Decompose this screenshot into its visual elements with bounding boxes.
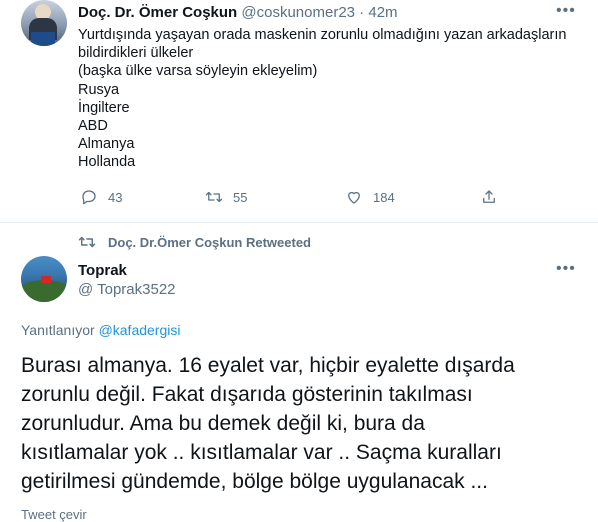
tweet-line: ABD: [78, 118, 108, 135]
avatar-flag: [41, 276, 51, 283]
tweet-line: bildirdikleri ülkeler: [78, 45, 194, 62]
replying-prefix: Yanıtlanıyor: [21, 322, 99, 338]
retweeted-banner[interactable]: Doç. Dr.Ömer Coşkun Retweeted: [78, 233, 311, 251]
retweet-icon: [205, 191, 223, 203]
tweet-card[interactable]: Doç. Dr. Ömer Coşkun @coskunomer23 · 42m…: [0, 0, 598, 223]
tweet-line: (başka ülke varsa söyleyin ekleyelim): [78, 63, 318, 80]
share-button[interactable]: [480, 188, 498, 206]
retweet-count: 55: [233, 189, 248, 205]
tweet-line: Almanya: [78, 136, 135, 153]
retweeted-author-avatar[interactable]: [21, 256, 67, 302]
retweeted-author-handle[interactable]: @ Toprak3522: [78, 281, 176, 298]
more-dots-icon[interactable]: •••: [556, 261, 578, 277]
author-handle[interactable]: @coskunomer23: [241, 4, 355, 21]
tweet-actions: 43 55 184: [80, 188, 520, 208]
tweet-line: Yurtdışında yaşayan orada maskenin zorun…: [78, 27, 567, 43]
tweet-line: İngiltere: [78, 99, 130, 116]
translate-link[interactable]: Tweet çevir: [21, 507, 87, 522]
avatar-landscape: [21, 280, 67, 302]
tweet-line: getirilmesi gündemde, bölge bölge uygula…: [21, 470, 488, 493]
reply-icon: [82, 190, 96, 205]
tweet-line: Hollanda: [78, 154, 136, 171]
avatar-podium: [31, 32, 55, 46]
tweet-time[interactable]: 42m: [368, 4, 397, 21]
tweet-line: zorunlu değil. Fakat dışarıda gösterinin…: [21, 383, 473, 406]
retweet-button[interactable]: 55: [205, 188, 247, 206]
replying-mention[interactable]: @kafadergisi: [99, 322, 181, 338]
like-count: 184: [373, 189, 395, 205]
retweet-icon: [78, 236, 96, 248]
reply-button[interactable]: 43: [80, 188, 122, 206]
tweet-text: Yurtdışında yaşayan orada maskenin zorun…: [78, 26, 588, 172]
tweet-line: kısıtlamalar yok .. kısıtlamalar var .. …: [21, 441, 502, 464]
more-dots-icon[interactable]: •••: [556, 3, 578, 19]
retweeted-tweet-text: Burası almanya. 16 eyalet var, hiçbir ey…: [21, 351, 591, 496]
replying-to: Yanıtlanıyor @kafadergisi: [21, 322, 180, 338]
retweeted-author-name[interactable]: Toprak: [78, 262, 127, 279]
tweet-line: Rusya: [78, 81, 120, 98]
author-name[interactable]: Doç. Dr. Ömer Coşkun: [78, 4, 237, 21]
tweet-line: Burası almanya. 16 eyalet var, hiçbir ey…: [21, 354, 515, 377]
tweet-line: zorunludur. Ama bu demek değil ki, bura …: [21, 412, 425, 435]
separator: ·: [355, 4, 369, 21]
author-avatar[interactable]: [21, 0, 67, 46]
heart-icon: [348, 191, 360, 204]
retweeted-header: Toprak: [78, 262, 127, 279]
share-icon: [483, 190, 495, 203]
tweet-header: Doç. Dr. Ömer Coşkun @coskunomer23 · 42m: [78, 4, 398, 21]
retweeted-text: Doç. Dr.Ömer Coşkun Retweeted: [108, 234, 311, 250]
reply-count: 43: [108, 189, 123, 205]
like-button[interactable]: 184: [345, 188, 395, 206]
